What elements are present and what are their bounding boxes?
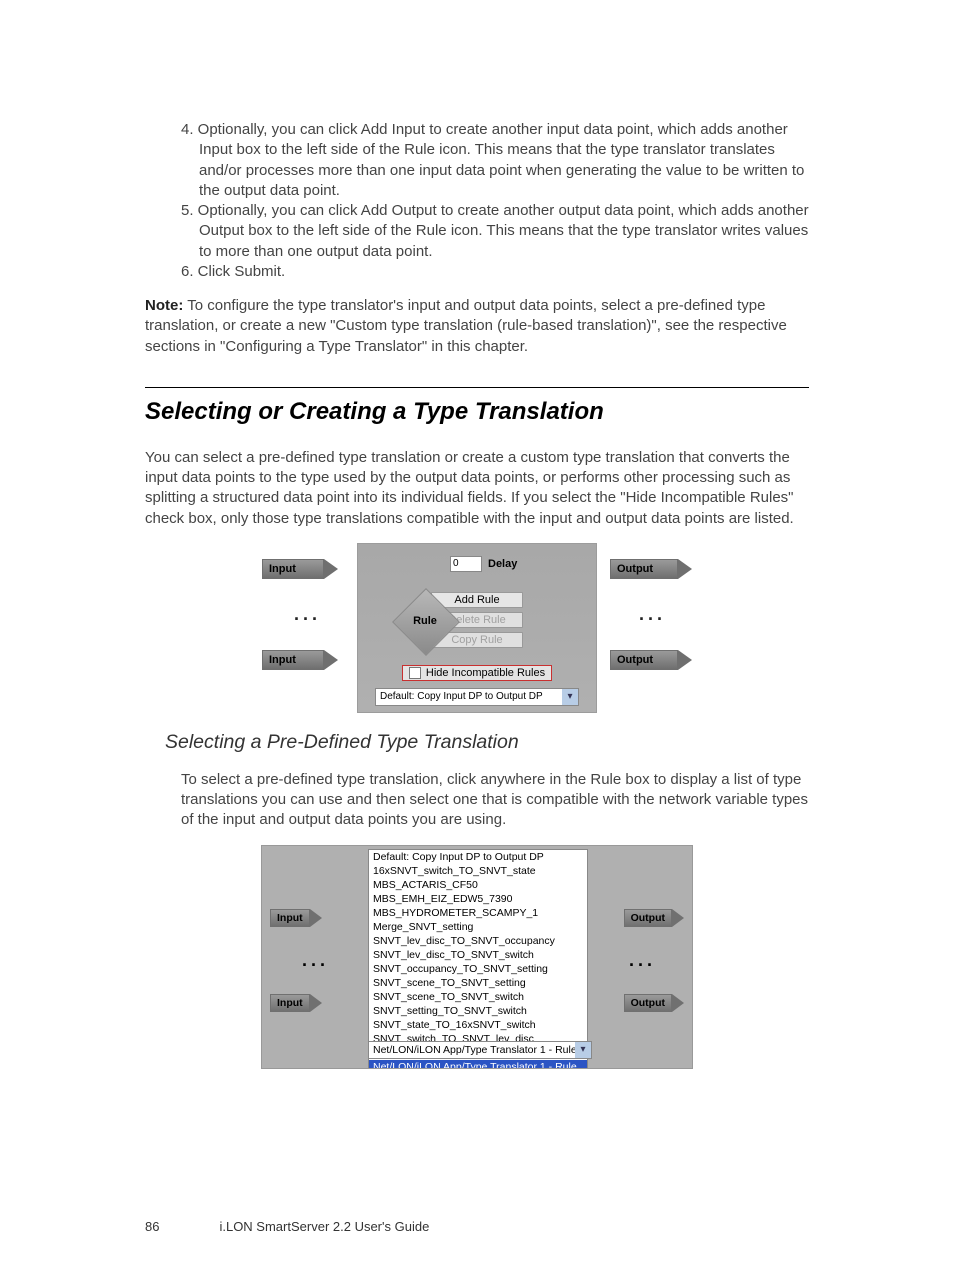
ellipsis-icon: ... — [294, 604, 321, 625]
translation-listbox[interactable]: Default: Copy Input DP to Output DP16xSN… — [368, 849, 588, 1069]
para-about-selecting: You can select a pre-defined type transl… — [145, 448, 809, 529]
page-footer: 86 i.LON SmartServer 2.2 User's Guide — [145, 1219, 809, 1234]
type-translation-list-diagram: Default: Copy Input DP to Output DP16xSN… — [261, 845, 693, 1069]
rule-diamond-label: Rule — [402, 598, 448, 644]
step-4: 4. Optionally, you can click Add Input t… — [181, 120, 809, 201]
input-pointer-2[interactable]: Input — [262, 650, 338, 670]
ellipsis-icon: ... — [639, 604, 666, 625]
ellipsis-icon: ... — [629, 950, 656, 971]
section-divider — [145, 387, 809, 388]
input-pointer-1[interactable]: Input — [262, 559, 338, 579]
type-translation-diagram: Delay Add Rule Delete Rule Copy Rule Rul… — [262, 543, 692, 713]
input-pointer-1[interactable]: Input — [270, 909, 322, 927]
listbox-option[interactable]: MBS_HYDROMETER_SCAMPY_1 — [369, 906, 587, 920]
listbox-option[interactable]: SNVT_scene_TO_SNVT_switch — [369, 990, 587, 1004]
para-select-predefined: To select a pre-defined type translation… — [181, 770, 809, 831]
chevron-down-icon: ▾ — [562, 689, 578, 705]
hide-incompatible-checkbox[interactable]: Hide Incompatible Rules — [402, 665, 552, 681]
step-6: 6. Click Submit. — [181, 262, 809, 282]
listbox-option[interactable]: SNVT_setting_TO_SNVT_switch — [369, 1004, 587, 1018]
listbox-option[interactable]: SNVT_lev_disc_TO_SNVT_switch — [369, 948, 587, 962]
output-pointer-2[interactable]: Output — [624, 994, 684, 1012]
output-pointer-2[interactable]: Output — [610, 650, 692, 670]
note-config: Note: To configure the type translator's… — [145, 296, 809, 357]
delay-row: Delay — [450, 556, 517, 572]
input-pointer-2[interactable]: Input — [270, 994, 322, 1012]
listbox-option[interactable]: SNVT_occupancy_TO_SNVT_setting — [369, 962, 587, 976]
section-title: Selecting or Creating a Type Translation — [145, 398, 809, 426]
subsection-title: Selecting a Pre-Defined Type Translation — [165, 731, 809, 754]
translation-listbox-footer[interactable]: Net/LON/iLON App/Type Translator 1 - Rul… — [368, 1041, 592, 1059]
listbox-option[interactable]: Merge_SNVT_setting — [369, 920, 587, 934]
translation-select[interactable]: Default: Copy Input DP to Output DP ▾ — [375, 688, 579, 706]
output-pointer-1[interactable]: Output — [624, 909, 684, 927]
listbox-option[interactable]: SNVT_lev_disc_TO_SNVT_occupancy — [369, 934, 587, 948]
listbox-option[interactable]: MBS_EMH_EIZ_EDW5_7390 — [369, 892, 587, 906]
page-number: 86 — [145, 1219, 159, 1234]
hide-incompatible-label: Hide Incompatible Rules — [426, 667, 545, 679]
listbox-option[interactable]: MBS_ACTARIS_CF50 — [369, 878, 587, 892]
delay-label: Delay — [488, 558, 517, 570]
delay-input[interactable] — [450, 556, 482, 572]
listbox-option[interactable]: Default: Copy Input DP to Output DP — [369, 850, 587, 864]
chevron-down-icon: ▾ — [575, 1042, 591, 1058]
rule-panel: Delay Add Rule Delete Rule Copy Rule Rul… — [357, 543, 597, 713]
checkbox-icon — [409, 667, 421, 679]
rule-diamond[interactable]: Rule — [402, 598, 448, 644]
output-pointer-1[interactable]: Output — [610, 559, 692, 579]
listbox-option[interactable]: 16xSNVT_switch_TO_SNVT_state — [369, 864, 587, 878]
listbox-option[interactable]: Net/LON/iLON App/Type Translator 1 - Rul… — [369, 1060, 587, 1069]
step-5: 5. Optionally, you can click Add Output … — [181, 201, 809, 262]
guide-name: i.LON SmartServer 2.2 User's Guide — [219, 1219, 429, 1234]
listbox-option[interactable]: SNVT_scene_TO_SNVT_setting — [369, 976, 587, 990]
listbox-option[interactable]: SNVT_state_TO_16xSNVT_switch — [369, 1018, 587, 1032]
translation-select-value: Default: Copy Input DP to Output DP — [380, 691, 543, 702]
ellipsis-icon: ... — [302, 950, 329, 971]
